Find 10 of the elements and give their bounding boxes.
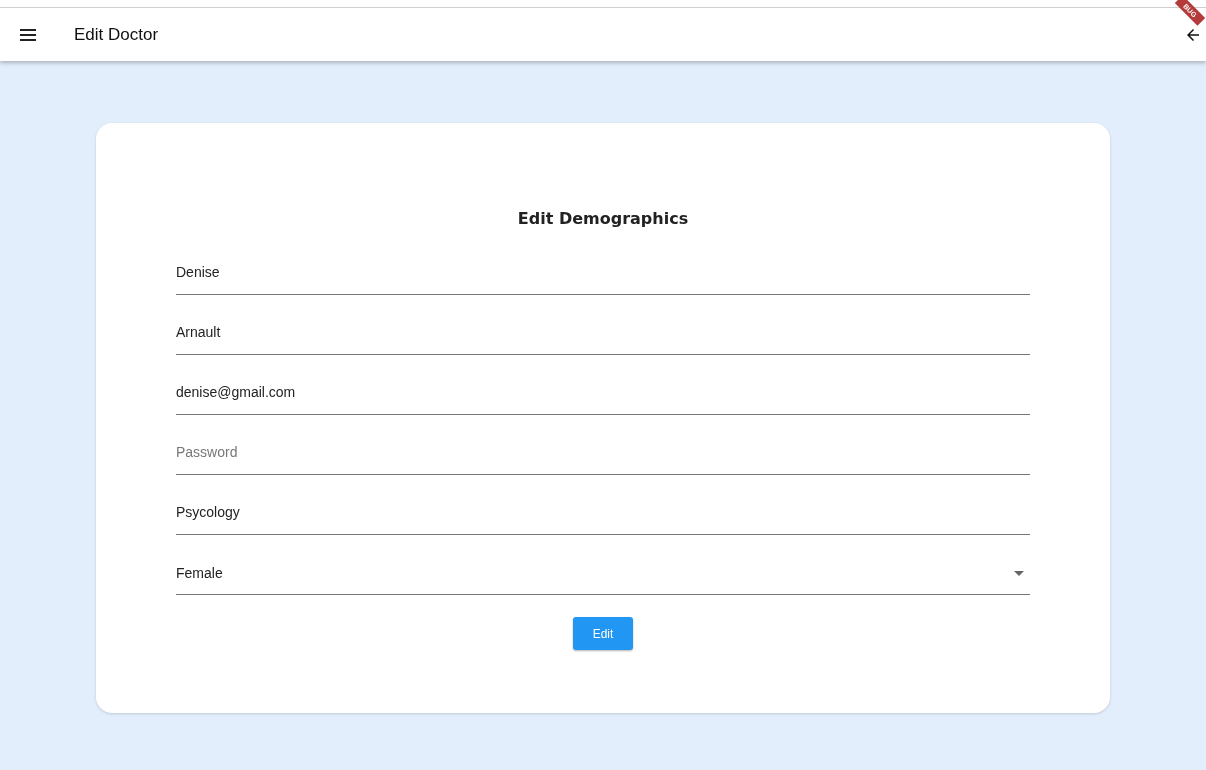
- input-field[interactable]: denise@gmail.com: [176, 371, 1030, 415]
- menu-icon[interactable]: [20, 28, 36, 41]
- dropdown-caret-icon: [1014, 571, 1024, 576]
- form-title: Edit Demographics: [517, 208, 689, 230]
- dropdown-field[interactable]: Female: [176, 551, 1030, 595]
- input-field[interactable]: Denise: [176, 251, 1030, 295]
- input-field[interactable]: Psycology: [176, 491, 1030, 535]
- input-field[interactable]: Arnault: [176, 311, 1030, 355]
- app-bar-title: Edit Doctor: [74, 23, 159, 46]
- input-field[interactable]: Password: [176, 431, 1030, 475]
